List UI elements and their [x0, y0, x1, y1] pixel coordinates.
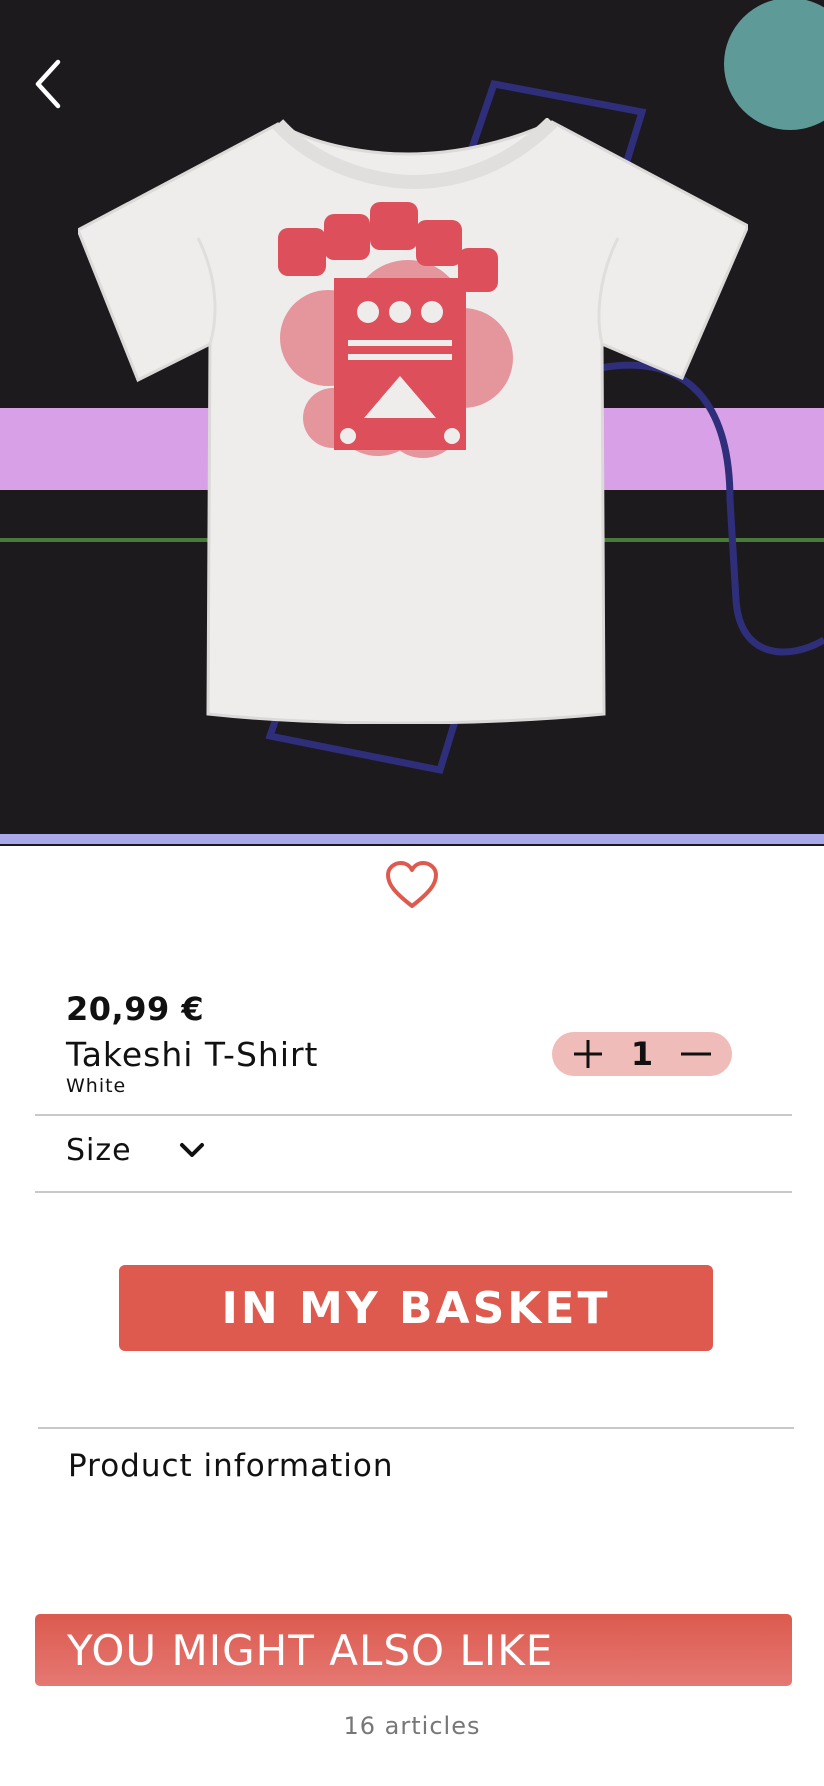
- tshirt-product-image: [76, 117, 750, 725]
- size-label: Size: [66, 1132, 132, 1168]
- divider: [38, 1427, 794, 1429]
- chevron-down-icon: [179, 1143, 204, 1157]
- wishlist-button[interactable]: [384, 860, 440, 912]
- product-color: White: [66, 1075, 127, 1097]
- back-button[interactable]: [24, 54, 72, 114]
- size-dropdown[interactable]: Size: [66, 1115, 226, 1185]
- add-to-basket-button[interactable]: IN MY BASKET: [119, 1265, 713, 1351]
- recommendations-header: YOU MIGHT ALSO LIKE: [35, 1614, 792, 1686]
- heart-outline-icon: [386, 861, 438, 908]
- decrement-button[interactable]: [674, 1032, 718, 1076]
- minus-icon: [680, 1052, 711, 1056]
- divider: [35, 1191, 792, 1193]
- product-hero-image: [0, 0, 824, 846]
- chevron-left-icon: [35, 59, 61, 109]
- product-name: Takeshi T-Shirt: [66, 1035, 319, 1074]
- product-price: 20,99 €: [66, 990, 205, 1028]
- recommendations-count: 16 articles: [343, 1712, 481, 1740]
- plus-icon: [574, 1040, 602, 1068]
- hero-underline: [0, 834, 824, 844]
- product-information-toggle[interactable]: Product information: [68, 1448, 393, 1484]
- quantity-value: 1: [630, 1035, 654, 1073]
- increment-button[interactable]: [566, 1032, 610, 1076]
- quantity-stepper: 1: [552, 1032, 732, 1076]
